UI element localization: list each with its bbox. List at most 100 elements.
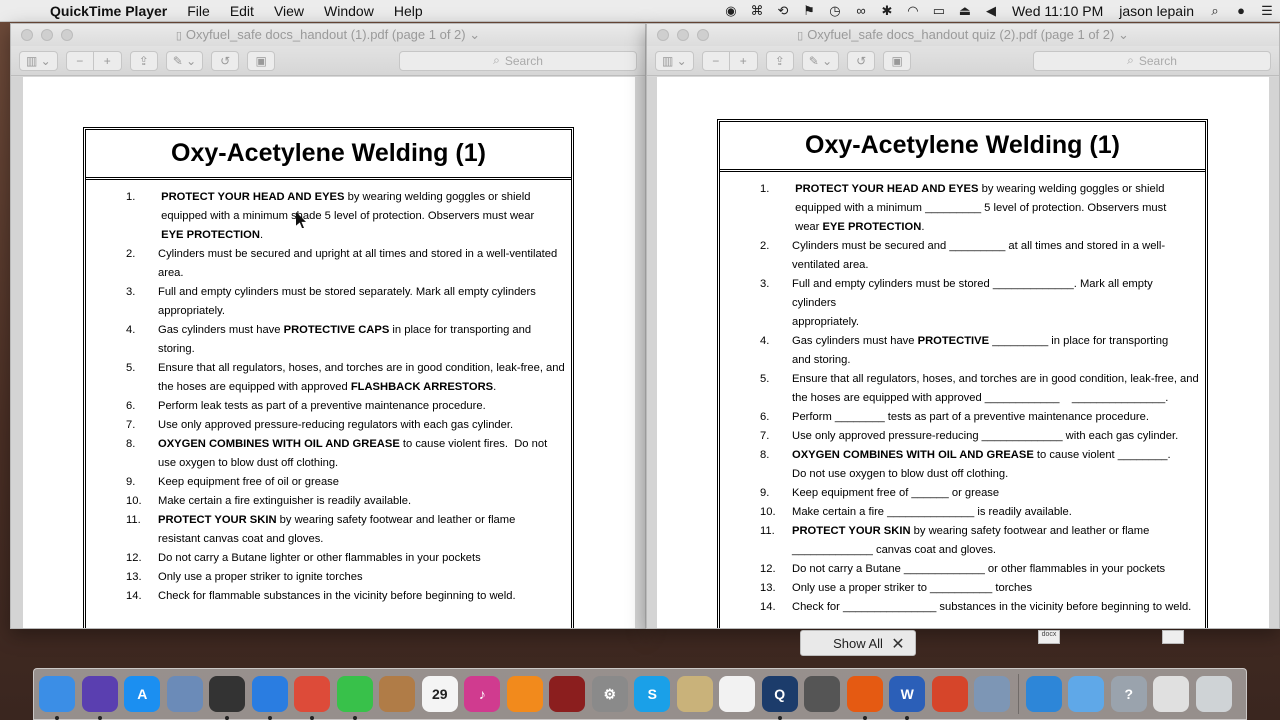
menu-view[interactable]: View <box>264 3 314 19</box>
dock-item[interactable] <box>334 673 377 720</box>
dock-item[interactable] <box>1023 673 1066 715</box>
zoom-window-button[interactable] <box>697 29 709 41</box>
menu-user[interactable]: jason lepain <box>1111 3 1202 19</box>
share-button[interactable]: ⇪ <box>129 50 158 71</box>
quicktime-icon[interactable]: Q <box>761 676 798 712</box>
word-icon[interactable]: W <box>889 676 926 712</box>
search-field[interactable]: ⌕ Search <box>1033 50 1271 71</box>
siri-menu-icon[interactable]: ● <box>1228 3 1254 18</box>
search-field[interactable]: ⌕ Search <box>399 50 637 71</box>
preview-bird-icon[interactable] <box>166 676 203 712</box>
dock-item[interactable] <box>164 673 207 715</box>
ibooks-icon[interactable] <box>506 676 543 712</box>
zoom-out-button[interactable]: − <box>65 50 94 71</box>
share-button[interactable]: ⇪ <box>765 50 794 71</box>
markup-button[interactable]: ✎ ⌄ <box>165 50 204 71</box>
finder-icon[interactable] <box>39 676 76 712</box>
eject-icon[interactable]: ⏏ <box>952 3 978 19</box>
volume-icon[interactable]: ◀ <box>978 3 1004 19</box>
zoom-in-button[interactable]: + <box>729 50 758 71</box>
dock-item[interactable]: A <box>121 673 164 715</box>
skype-icon[interactable]: S <box>634 676 671 712</box>
binoculars-icon[interactable]: ∞ <box>848 3 874 18</box>
siri-icon[interactable] <box>81 676 118 712</box>
record-icon[interactable]: ◉ <box>718 3 744 19</box>
dock-item[interactable] <box>1150 673 1193 715</box>
flame-app-icon[interactable] <box>846 676 883 712</box>
dock-item[interactable] <box>546 673 589 715</box>
applications-folder-icon[interactable] <box>1068 676 1105 712</box>
close-window-button[interactable] <box>657 29 669 41</box>
dock-item[interactable] <box>504 673 547 715</box>
dock-item[interactable]: 29 <box>419 673 462 715</box>
window-titlebar[interactable]: ▯ Oxyfuel_safe docs_handout quiz (2).pdf … <box>647 24 1279 46</box>
markup-button[interactable]: ✎ ⌄ <box>801 50 840 71</box>
time-machine-icon[interactable]: ◷ <box>822 3 848 19</box>
system-preferences-icon[interactable]: ⚙ <box>591 676 628 712</box>
rotate-button[interactable]: ↺ <box>847 50 876 71</box>
dock-item[interactable] <box>249 673 292 720</box>
safari-icon[interactable] <box>251 676 288 712</box>
stack-file-preview-2[interactable] <box>1162 630 1184 644</box>
menu-window[interactable]: Window <box>314 3 384 19</box>
close-window-button[interactable] <box>21 29 33 41</box>
printer-icon[interactable] <box>804 676 841 712</box>
document-viewport[interactable]: Oxy-Acetylene Welding (1) 1. PROTECT YOU… <box>11 77 645 628</box>
dock-item[interactable] <box>929 673 972 715</box>
app-store-icon[interactable]: A <box>124 676 161 712</box>
photo-booth-icon[interactable] <box>209 676 246 712</box>
menu-clock[interactable]: Wed 11:10 PM <box>1004 3 1111 19</box>
menu-help[interactable]: Help <box>384 3 433 19</box>
sidebar-toggle-button[interactable]: ▥ ⌄ <box>655 50 694 71</box>
messages-icon[interactable] <box>336 676 373 712</box>
notification-center-icon[interactable]: ☰ <box>1254 3 1280 19</box>
dock-item[interactable] <box>376 673 419 715</box>
extension-icon[interactable]: ⌘ <box>744 3 770 19</box>
toolbox-button[interactable]: ▣ <box>883 50 912 71</box>
photos-icon[interactable] <box>719 676 756 712</box>
menu-file[interactable]: File <box>177 3 220 19</box>
dock-item[interactable]: S <box>631 673 674 715</box>
chrome-icon[interactable] <box>294 676 331 712</box>
document-viewport[interactable]: Oxy-Acetylene Welding (1) 1. PROTECT YOU… <box>647 77 1279 628</box>
rotate-button[interactable]: ↺ <box>211 50 240 71</box>
office-icon[interactable] <box>931 676 968 712</box>
image-capture-icon[interactable] <box>974 676 1011 712</box>
dock-item[interactable] <box>1193 673 1236 715</box>
dock-item[interactable] <box>971 673 1014 715</box>
spotlight-search-icon[interactable]: ⌕ <box>1202 3 1228 19</box>
dock-item[interactable]: ? <box>1108 673 1151 715</box>
trash-icon[interactable] <box>1195 676 1232 712</box>
wifi-icon[interactable]: ◠ <box>900 3 926 19</box>
bluetooth-icon[interactable]: ✱ <box>874 3 900 19</box>
calendar-icon[interactable]: 29 <box>421 676 458 712</box>
dock-item[interactable] <box>291 673 334 720</box>
menu-app-name[interactable]: QuickTime Player <box>40 3 177 19</box>
dock-item[interactable]: Q <box>759 673 802 720</box>
airplay-icon[interactable]: ▭ <box>926 3 952 19</box>
contacts-icon[interactable] <box>379 676 416 712</box>
network-globe-icon[interactable] <box>1025 676 1062 712</box>
zoom-window-button[interactable] <box>61 29 73 41</box>
itunes-icon[interactable]: ♪ <box>464 676 501 712</box>
help-icon[interactable]: ? <box>1110 676 1147 712</box>
photo-slideshow-icon[interactable] <box>549 676 586 712</box>
pdf-document-icon[interactable] <box>1153 676 1190 712</box>
dock-item[interactable] <box>674 673 717 715</box>
flag-icon[interactable]: ⚑ <box>796 3 822 19</box>
dock-item[interactable] <box>79 673 122 720</box>
dock-item[interactable] <box>36 673 79 720</box>
dock-item[interactable]: W <box>886 673 929 720</box>
dock-item[interactable] <box>716 673 759 715</box>
window-titlebar[interactable]: ▯ Oxyfuel_safe docs_handout (1).pdf (page… <box>11 24 645 46</box>
dock-item[interactable] <box>844 673 887 720</box>
sync-icon[interactable]: ⟲ <box>770 3 796 19</box>
dock-item[interactable] <box>801 673 844 715</box>
minimize-window-button[interactable] <box>41 29 53 41</box>
dock-item[interactable] <box>206 673 249 720</box>
zoom-out-button[interactable]: − <box>701 50 730 71</box>
zoom-in-button[interactable]: + <box>93 50 122 71</box>
preview-icon[interactable] <box>676 676 713 712</box>
stack-file-preview[interactable]: docx <box>1038 630 1060 644</box>
minimize-window-button[interactable] <box>677 29 689 41</box>
